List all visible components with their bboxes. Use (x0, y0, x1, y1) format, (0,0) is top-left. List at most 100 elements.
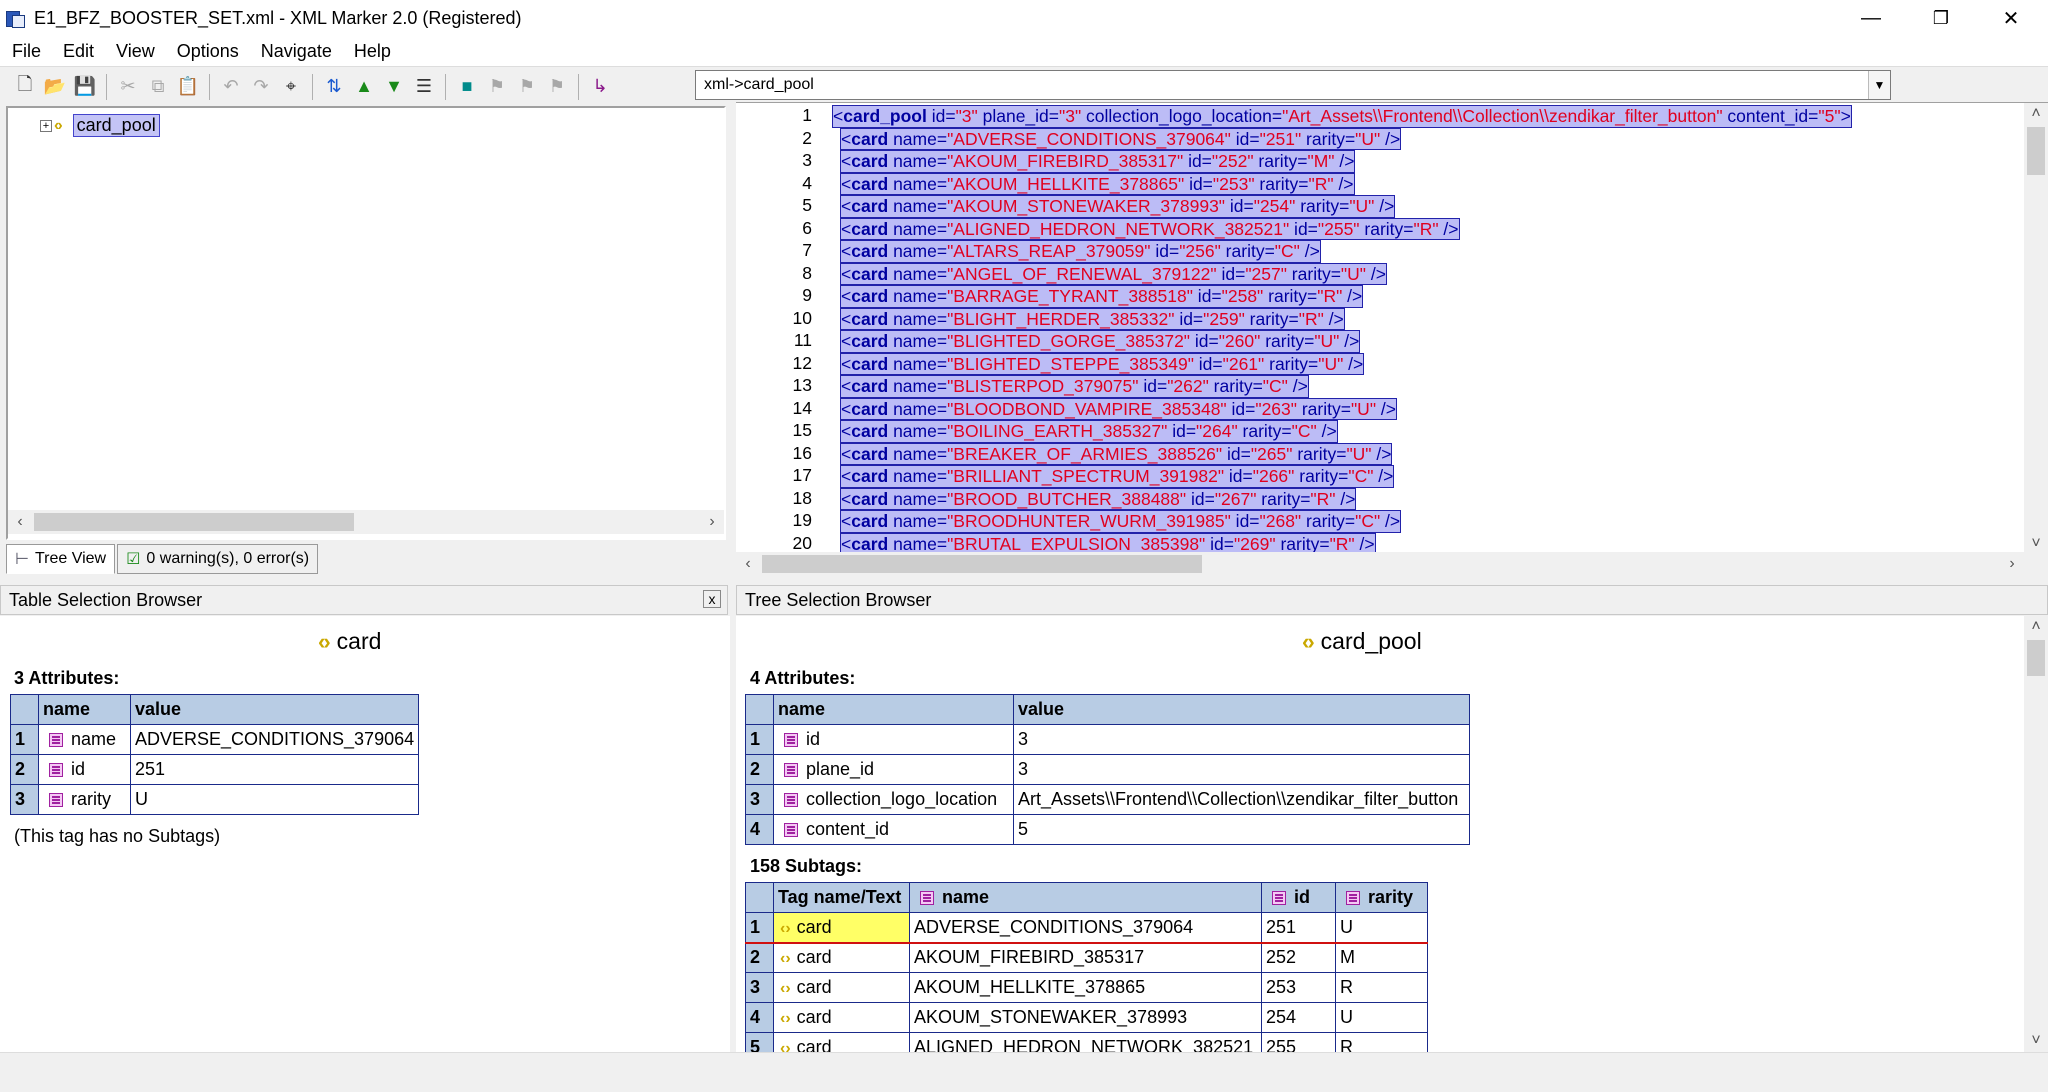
scroll-up-icon[interactable]: ˄ (2024, 618, 2048, 636)
table-row[interactable]: 3 ‹› card AKOUM_HELLKITE_378865 253 R (745, 972, 1428, 1003)
scroll-left-icon[interactable]: ‹ (736, 555, 760, 573)
indent-icon[interactable]: ☰ (409, 72, 439, 102)
table-row[interactable]: 4 ‹› card AKOUM_STONEWAKER_378993 254 U (745, 1002, 1428, 1033)
col-value-header[interactable]: value (1013, 694, 1470, 725)
rarity-cell[interactable]: U (1335, 912, 1428, 943)
scroll-down-icon[interactable]: ˅ (2024, 535, 2048, 553)
xml-line[interactable]: <card name="AKOUM_HELLKITE_378865" id="2… (840, 172, 1355, 195)
xml-line[interactable]: <card name="ALIGNED_HEDRON_NETWORK_38252… (840, 217, 1460, 240)
table-row[interactable]: 2 id 251 (10, 754, 420, 785)
xml-line[interactable]: <card name="AKOUM_STONEWAKER_378993" id=… (840, 195, 1396, 218)
name-cell[interactable]: ADVERSE_CONDITIONS_379064 (909, 912, 1262, 943)
table-row[interactable]: 1 name ADVERSE_CONDITIONS_379064 (10, 724, 420, 755)
xml-line[interactable]: <card name="ADVERSE_CONDITIONS_379064" i… (840, 127, 1402, 150)
scroll-right-icon[interactable]: › (700, 513, 724, 531)
table-row[interactable]: 1 id 3 (745, 724, 1470, 755)
id-cell[interactable]: 253 (1261, 972, 1336, 1003)
attr-name-cell[interactable]: name (38, 724, 131, 755)
table-row[interactable]: 1 ‹› card ADVERSE_CONDITIONS_379064 251 U (745, 912, 1428, 943)
menu-file[interactable]: File (0, 41, 51, 62)
attr-name-cell[interactable]: id (38, 754, 131, 785)
menu-options[interactable]: Options (165, 41, 249, 62)
xml-line[interactable]: <card name="BLIGHTED_GORGE_385372" id="2… (840, 330, 1361, 353)
open-folder-icon[interactable]: 📂 (40, 72, 70, 102)
col-id-header[interactable]: id (1261, 882, 1336, 913)
xpath-combo[interactable]: xml->card_pool ▼ (695, 70, 1891, 100)
scroll-thumb[interactable] (2027, 640, 2045, 676)
tag-cell[interactable]: ‹› card (773, 912, 910, 943)
tag-cell[interactable]: ‹› card (773, 972, 910, 1003)
menu-edit[interactable]: Edit (51, 41, 104, 62)
xml-line[interactable]: <card name="BROOD_BUTCHER_388488" id="26… (840, 487, 1357, 510)
table-row[interactable]: 2 ‹› card AKOUM_FIREBIRD_385317 252 M (745, 942, 1428, 973)
prev-bookmark-icon[interactable]: ⚑ (512, 72, 542, 102)
scroll-down-icon[interactable]: ˅ (2024, 1032, 2048, 1050)
find-binoculars-icon[interactable]: ⌖ (276, 72, 306, 102)
attr-name-cell[interactable]: rarity (38, 784, 131, 815)
xml-line[interactable]: <card name="BLISTERPOD_379075" id="262" … (840, 375, 1309, 398)
chevron-down-icon[interactable]: ▼ (1868, 71, 1890, 99)
tree-horizontal-scrollbar[interactable]: ‹ › (8, 510, 724, 534)
col-tag-header[interactable]: Tag name/Text (773, 882, 910, 913)
editor-vertical-scrollbar[interactable]: ˄ ˅ (2024, 103, 2048, 554)
redo-icon[interactable]: ↷ (246, 72, 276, 102)
col-name-header[interactable]: name (38, 694, 131, 725)
attr-name-cell[interactable]: plane_id (773, 754, 1014, 785)
attr-value-cell[interactable]: 3 (1013, 724, 1470, 755)
save-icon[interactable]: 💾 (70, 72, 100, 102)
menu-navigate[interactable]: Navigate (249, 41, 342, 62)
attr-value-cell[interactable]: ADVERSE_CONDITIONS_379064 (129, 724, 420, 755)
xml-line[interactable]: <card name="BARRAGE_TYRANT_388518" id="2… (840, 285, 1364, 308)
cut-icon[interactable]: ✂ (113, 72, 143, 102)
scroll-thumb[interactable] (34, 513, 354, 531)
close-button[interactable]: ✕ (1988, 0, 2034, 37)
xml-line[interactable]: <card name="ALTARS_REAP_379059" id="256"… (840, 240, 1321, 263)
validate-icon[interactable]: ■ (452, 72, 482, 102)
tree-node-card-pool[interactable]: + ‹› card_pool (40, 114, 160, 137)
xml-line[interactable]: <card name="BLIGHT_HERDER_385332" id="25… (840, 307, 1345, 330)
attr-name-cell[interactable]: collection_logo_location (773, 784, 1014, 815)
id-cell[interactable]: 254 (1261, 1002, 1336, 1033)
name-cell[interactable]: AKOUM_STONEWAKER_378993 (909, 1002, 1262, 1033)
bookmark-icon[interactable]: ⚑ (482, 72, 512, 102)
move-down-icon[interactable]: ▼ (379, 72, 409, 102)
attr-name-cell[interactable]: content_id (773, 814, 1014, 845)
rarity-cell[interactable]: M (1335, 942, 1428, 973)
attr-value-cell[interactable]: 3 (1013, 754, 1470, 785)
copy-icon[interactable]: ⧉ (143, 72, 173, 102)
tab-errors[interactable]: ☑ 0 warning(s), 0 error(s) (117, 544, 319, 574)
xml-editor[interactable]: 1 <card_pool id="3" plane_id="3" collecti… (736, 102, 2048, 554)
xml-line[interactable]: <card name="BLIGHTED_STEPPE_385349" id="… (840, 352, 1365, 375)
next-bookmark-icon[interactable]: ⚑ (542, 72, 572, 102)
tag-cell[interactable]: ‹› card (773, 942, 910, 973)
menu-view[interactable]: View (104, 41, 165, 62)
scroll-up-icon[interactable]: ˄ (2024, 105, 2048, 123)
browser-vertical-scrollbar[interactable]: ˄ ˅ (2024, 616, 2048, 1052)
col-name-header[interactable]: name (773, 694, 1014, 725)
editor-horizontal-scrollbar[interactable]: ‹ › (736, 552, 2024, 576)
table-row[interactable]: 2 plane_id 3 (745, 754, 1470, 785)
tree-expand-icon[interactable]: ⇅ (319, 72, 349, 102)
xml-line[interactable]: <card name="BREAKER_OF_ARMIES_388526" id… (840, 442, 1393, 465)
xml-line[interactable]: <card name="BRILLIANT_SPECTRUM_391982" i… (840, 465, 1395, 488)
tag-cell[interactable]: ‹› card (773, 1002, 910, 1033)
id-cell[interactable]: 251 (1261, 912, 1336, 943)
undo-icon[interactable]: ↶ (216, 72, 246, 102)
rarity-cell[interactable]: U (1335, 1002, 1428, 1033)
scroll-thumb[interactable] (2027, 127, 2045, 175)
attr-value-cell[interactable]: Art_Assets\\Frontend\\Collection\\zendik… (1013, 784, 1470, 815)
attr-value-cell[interactable]: 251 (129, 754, 420, 785)
menu-help[interactable]: Help (342, 41, 401, 62)
paste-icon[interactable]: 📋 (173, 72, 203, 102)
scroll-right-icon[interactable]: › (2000, 555, 2024, 573)
tab-tree-view[interactable]: ⊢ Tree View (6, 544, 116, 574)
goto-icon[interactable]: ↳ (585, 72, 615, 102)
xml-line[interactable]: <card name="ANGEL_OF_RENEWAL_379122" id=… (840, 262, 1387, 285)
attr-value-cell[interactable]: U (129, 784, 420, 815)
close-panel-icon[interactable]: x (703, 590, 721, 608)
xml-line[interactable]: <card name="AKOUM_FIREBIRD_385317" id="2… (840, 150, 1356, 173)
xml-line[interactable]: <card name="BLOODBOND_VAMPIRE_385348" id… (840, 397, 1397, 420)
xml-line[interactable]: <card name="BRUTAL_EXPULSION_385398" id=… (840, 532, 1376, 554)
col-value-header[interactable]: value (129, 694, 420, 725)
table-row[interactable]: 3 rarity U (10, 784, 420, 815)
